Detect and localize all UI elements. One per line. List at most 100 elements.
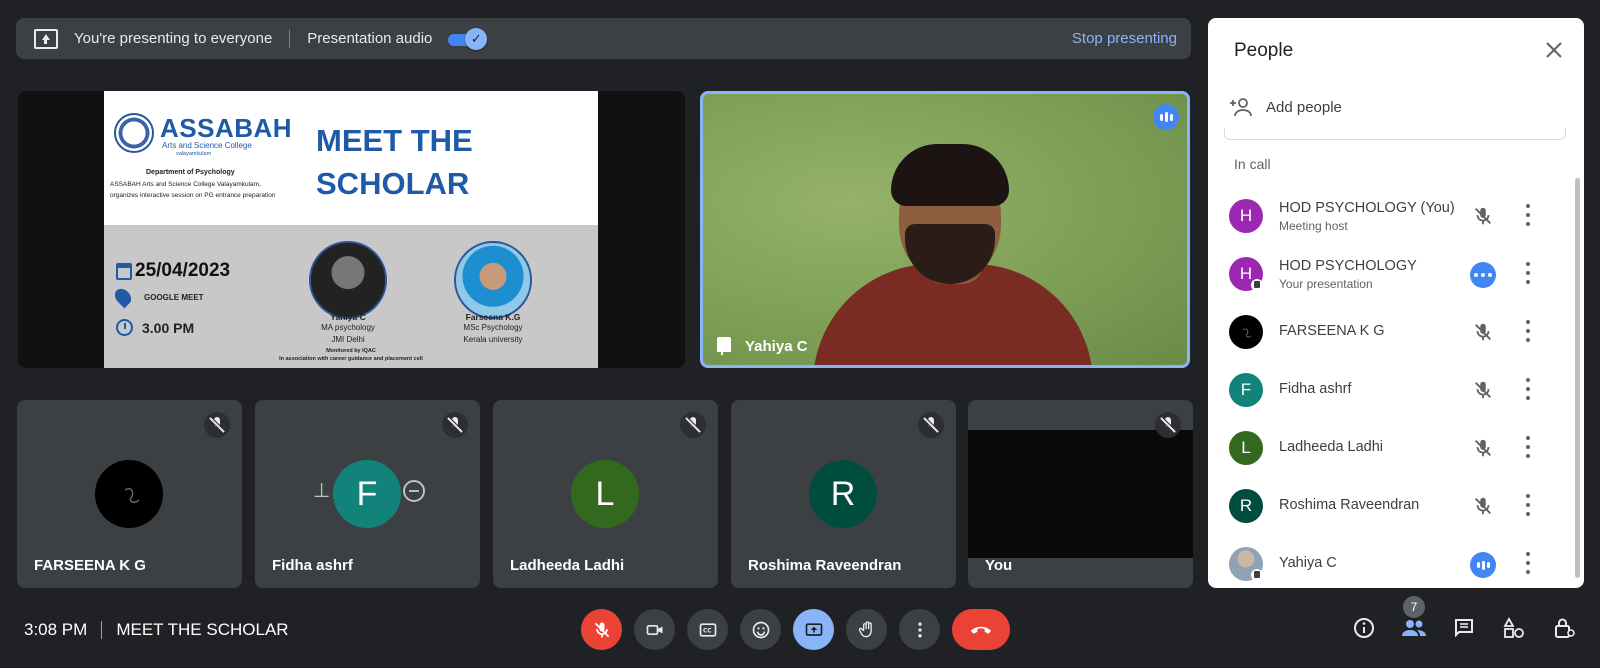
date-row: 25/04/2023	[116, 260, 230, 282]
participant-row[interactable]: H HOD PSYCHOLOGY (You) Meeting host	[1208, 187, 1584, 245]
slide-title: MEET THE SCHOLAR	[316, 119, 473, 205]
participant-tile-you[interactable]: You	[968, 400, 1193, 588]
presentation-pin-icon	[1251, 279, 1263, 291]
captions-icon: CC	[699, 622, 716, 637]
banner-divider	[289, 29, 291, 48]
participant-name: Yahiya C	[1279, 555, 1337, 571]
participant-row[interactable]: L Ladheeda Ladhi	[1208, 419, 1584, 477]
more-vert-icon[interactable]	[1526, 436, 1530, 458]
speaker2-name: Farseena K.G	[465, 312, 521, 322]
pin-icon	[1251, 569, 1263, 581]
present-screen-icon	[34, 28, 58, 49]
shapes-icon	[1503, 617, 1524, 638]
speaker-label: Yahiya C	[715, 337, 808, 355]
participant-row[interactable]: H HOD PSYCHOLOGY Your presentation	[1208, 245, 1584, 303]
avatar: H	[1229, 199, 1263, 233]
stop-presenting-button[interactable]: Stop presenting	[1072, 30, 1177, 47]
slide-title-line2: SCHOLAR	[316, 166, 470, 201]
meeting-info-divider	[101, 621, 103, 639]
more-vert-icon[interactable]	[1526, 494, 1530, 516]
side-controls: 7	[1350, 596, 1578, 642]
activities-button[interactable]	[1500, 614, 1528, 642]
monitor-line1: Monitored by IQAC	[326, 348, 376, 354]
meeting-info: 3:08 PM MEET THE SCHOLAR	[24, 620, 289, 640]
more-vert-icon[interactable]	[1526, 378, 1530, 400]
mic-toggle-button[interactable]	[581, 609, 622, 650]
participant-name: HOD PSYCHOLOGY (You)	[1279, 200, 1455, 216]
participant-tile-ladheeda[interactable]: L Ladheeda Ladhi	[493, 400, 718, 588]
platform-row: GOOGLE MEET	[111, 285, 204, 309]
more-options-button[interactable]	[899, 609, 940, 650]
presentation-audio-toggle[interactable]: ✓	[448, 27, 488, 50]
mic-off-icon	[680, 412, 706, 438]
close-panel-button[interactable]	[1542, 38, 1566, 62]
participant-row[interactable]: Yahiya C	[1208, 535, 1584, 588]
speaker1-line2: JMI Delhi	[331, 335, 365, 344]
camera-toggle-button[interactable]	[634, 609, 675, 650]
chat-button[interactable]	[1450, 614, 1478, 642]
host-controls-button[interactable]	[1550, 614, 1578, 642]
time-row: 3.00 PM	[116, 319, 194, 336]
call-controls: CC	[581, 609, 1010, 650]
more-dots-icon[interactable]	[1470, 262, 1496, 288]
captions-button[interactable]: CC	[687, 609, 728, 650]
college-name: ASSABAH	[160, 113, 293, 143]
pin-icon[interactable]: ⊥	[313, 478, 333, 502]
check-icon: ✓	[465, 27, 488, 50]
add-people-button[interactable]: Add people	[1230, 96, 1342, 118]
participant-name: Ladheeda Ladhi	[1279, 439, 1384, 455]
participant-row[interactable]: FARSEENA K G	[1208, 303, 1584, 361]
participant-role: Meeting host	[1279, 219, 1348, 233]
leave-call-button[interactable]	[952, 609, 1010, 650]
participant-name: Fidha ashrf	[1279, 381, 1352, 397]
raise-hand-button[interactable]	[846, 609, 887, 650]
avatar	[95, 460, 163, 528]
event-platform: GOOGLE MEET	[144, 292, 204, 302]
current-time: 3:08 PM	[24, 620, 88, 639]
participant-row[interactable]: F Fidha ashrf	[1208, 361, 1584, 419]
presentation-tile[interactable]: ASSABAH Arts and Science College valayam…	[18, 91, 685, 368]
present-button[interactable]	[793, 609, 834, 650]
location-pin-icon	[111, 285, 135, 309]
speaker-video-tile[interactable]: Yahiya C	[700, 91, 1190, 368]
avatar: R	[1229, 489, 1263, 523]
info-icon	[1354, 618, 1374, 638]
participant-name: FARSEENA K G	[1279, 323, 1385, 339]
panel-scrollbar[interactable]	[1575, 178, 1580, 578]
add-person-icon	[1230, 98, 1252, 117]
more-vert-icon[interactable]	[1526, 262, 1530, 284]
more-vert-icon[interactable]	[1526, 552, 1530, 574]
participant-row[interactable]: R Roshima Raveendran	[1208, 477, 1584, 535]
calendar-icon	[116, 262, 132, 280]
mic-off-icon	[204, 412, 230, 438]
meeting-details-button[interactable]	[1350, 614, 1378, 642]
participant-tile-farseena[interactable]: FARSEENA K G	[17, 400, 242, 588]
mic-off-icon	[1475, 439, 1491, 457]
description: ASSABAH Arts and Science College Valayam…	[110, 181, 276, 199]
in-call-heading: In call	[1234, 156, 1271, 172]
remove-icon[interactable]	[403, 480, 425, 502]
department: Department of Psychology	[146, 169, 235, 176]
chat-icon	[1455, 619, 1473, 638]
pin-icon[interactable]	[715, 337, 731, 355]
video-person-hair	[891, 144, 1009, 206]
participant-tile-roshima[interactable]: R Roshima Raveendran	[731, 400, 956, 588]
more-vert-icon[interactable]	[1526, 320, 1530, 342]
camera-icon	[646, 624, 662, 635]
mic-off-icon	[918, 412, 944, 438]
presenting-banner: You're presenting to everyone Presentati…	[16, 18, 1191, 59]
speaker2-line1: MSc Psychology	[463, 323, 523, 332]
mic-off-icon	[442, 412, 468, 438]
speaking-indicator-icon	[1470, 552, 1496, 578]
more-vert-icon[interactable]	[1526, 204, 1530, 226]
lock-person-icon	[1555, 618, 1575, 638]
participant-name: Ladheeda Ladhi	[510, 557, 625, 574]
avatar: R	[809, 460, 877, 528]
presentation-audio-label: Presentation audio	[307, 30, 433, 47]
reactions-button[interactable]	[740, 609, 781, 650]
monitor-note: Monitored by IQAC In association with ca…	[104, 347, 598, 363]
mic-off-icon	[1475, 207, 1491, 225]
participant-tile-fidha[interactable]: F ⊥ Fidha ashrf	[255, 400, 480, 588]
event-date: 25/04/2023	[135, 260, 231, 281]
people-button[interactable]: 7	[1400, 596, 1428, 642]
